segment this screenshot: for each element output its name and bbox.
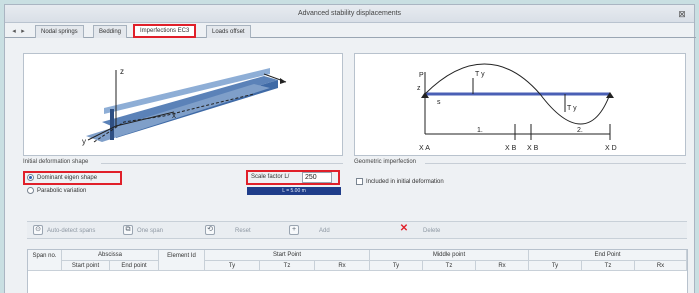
geometric-imperfection-heading: Geometric imperfection	[354, 159, 417, 165]
axis-z-label: z	[120, 67, 124, 76]
spans-grid[interactable]: Span no. Abscissa Start point End point …	[27, 249, 688, 293]
axis-x-label: x	[172, 111, 176, 120]
col-middle-point: Middle point	[370, 250, 529, 261]
figure-label-s: s	[437, 99, 441, 106]
col-end-ty: Ty	[529, 261, 582, 271]
col-start-ty: Ty	[205, 261, 260, 271]
col-middle-tz: Tz	[423, 261, 476, 271]
title-bar: Advanced stability displacements ⊠	[5, 5, 694, 23]
dominant-eigen-shape-radio[interactable]	[27, 173, 34, 181]
col-span-no: Span no.	[28, 250, 62, 271]
included-initial-deformation-checkbox[interactable]	[356, 177, 363, 185]
figure-label-1: 1.	[477, 127, 483, 134]
add-button[interactable]: + Add	[289, 225, 330, 237]
scale-factor-label: Scale factor L/	[251, 174, 290, 180]
col-abscissa: Abscissa	[62, 250, 159, 261]
col-end-point: End Point	[529, 250, 687, 261]
tab-imperfections-ec3[interactable]: Imperfections EC3	[133, 24, 197, 38]
reset-label: Reset	[235, 228, 251, 234]
beam-figure-panel: z y x	[23, 53, 343, 156]
col-start-tz: Tz	[260, 261, 315, 271]
figure-label-p: P	[419, 72, 424, 79]
figure-label-xd: X B	[527, 145, 539, 152]
reset-icon: ⟲	[205, 225, 215, 236]
auto-detect-spans-button[interactable]: ⊙ Auto-detect spans	[33, 225, 95, 237]
tab-nodal-springs[interactable]: Nodal springs	[35, 25, 84, 38]
beam-illustration: z y x	[82, 67, 287, 146]
figure-label-xa: X A	[419, 145, 430, 152]
parabolic-variation-option[interactable]: Parabolic variation	[27, 186, 86, 197]
dominant-eigen-shape-label: Dominant eigen shape	[37, 175, 98, 181]
tab-strip: ◂ ▸ Nodal springs Bedding Imperfections …	[5, 24, 696, 38]
deformation-illustration: P T y z s T y 1. 2. X A X B X B X D	[417, 63, 617, 152]
included-initial-deformation-label: Included in initial deformation	[366, 179, 444, 185]
tab-scroll-right-icon[interactable]: ▸	[18, 26, 28, 37]
col-element-id: Element Id	[159, 250, 205, 271]
parabolic-variation-radio[interactable]	[27, 186, 34, 194]
col-start-rx: Rx	[315, 261, 370, 271]
add-icon: +	[289, 225, 299, 236]
figure-label-ty-bottom: T y	[567, 105, 577, 112]
col-middle-ty: Ty	[370, 261, 423, 271]
tab-loads-offset[interactable]: Loads offset	[206, 25, 251, 38]
initial-shape-divider	[101, 163, 343, 164]
axis-y-label: y	[82, 137, 86, 146]
window-title: Advanced stability displacements	[297, 10, 402, 17]
col-abscissa-end: End point	[110, 261, 159, 271]
col-end-rx: Rx	[635, 261, 687, 271]
delete-icon: ✕	[399, 223, 409, 235]
auto-detect-spans-label: Auto-detect spans	[47, 228, 96, 234]
initial-shape-heading: Initial deformation shape	[23, 159, 89, 165]
length-info-bar: L = 5.00 m	[247, 187, 341, 195]
figure-label-z: z	[417, 85, 421, 92]
figure-label-2: 2.	[577, 127, 583, 134]
delete-button[interactable]: ✕ Delete	[399, 223, 441, 237]
dominant-eigen-shape-option[interactable]: Dominant eigen shape	[27, 173, 97, 184]
col-middle-rx: Rx	[476, 261, 529, 271]
deformation-figure-panel: P T y z s T y 1. 2. X A X B X B X D	[354, 53, 686, 156]
scale-factor-input[interactable]: 250	[302, 172, 332, 183]
one-span-button[interactable]: ⧉ One span	[123, 225, 163, 237]
col-start-point: Start Point	[205, 250, 370, 261]
auto-detect-icon: ⊙	[33, 225, 43, 236]
figure-label-xc: X D	[605, 145, 617, 152]
one-span-label: One span	[137, 228, 164, 234]
included-initial-deformation-option[interactable]: Included in initial deformation	[356, 177, 444, 188]
parabolic-variation-label: Parabolic variation	[37, 188, 87, 194]
col-end-tz: Tz	[582, 261, 635, 271]
figure-label-xb: X B	[505, 145, 517, 152]
span-toolbar: ⊙ Auto-detect spans ⧉ One span ⟲ Reset + Add…	[27, 221, 687, 239]
close-button[interactable]: ⊠	[676, 8, 688, 20]
add-label: Add	[319, 228, 330, 234]
one-span-icon: ⧉	[123, 225, 133, 236]
reset-button[interactable]: ⟲ Reset	[205, 225, 251, 237]
figure-label-ty-top: T y	[475, 71, 485, 78]
col-abscissa-start: Start point	[62, 261, 110, 271]
delete-label: Delete	[423, 228, 441, 234]
geometric-divider	[425, 163, 686, 164]
dialog-window: Advanced stability displacements ⊠ ◂ ▸ N…	[4, 4, 696, 293]
tab-bedding[interactable]: Bedding	[93, 25, 128, 38]
